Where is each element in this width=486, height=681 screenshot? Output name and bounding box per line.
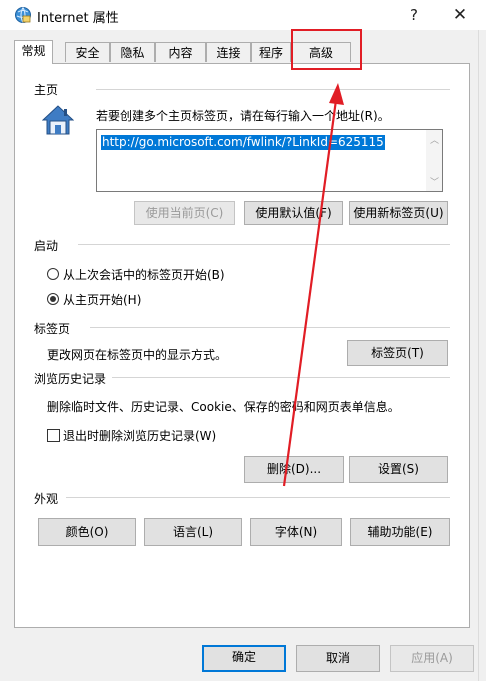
annotation-arrow-icon [282,83,344,487]
tab-general[interactable]: 常规 [14,40,53,64]
